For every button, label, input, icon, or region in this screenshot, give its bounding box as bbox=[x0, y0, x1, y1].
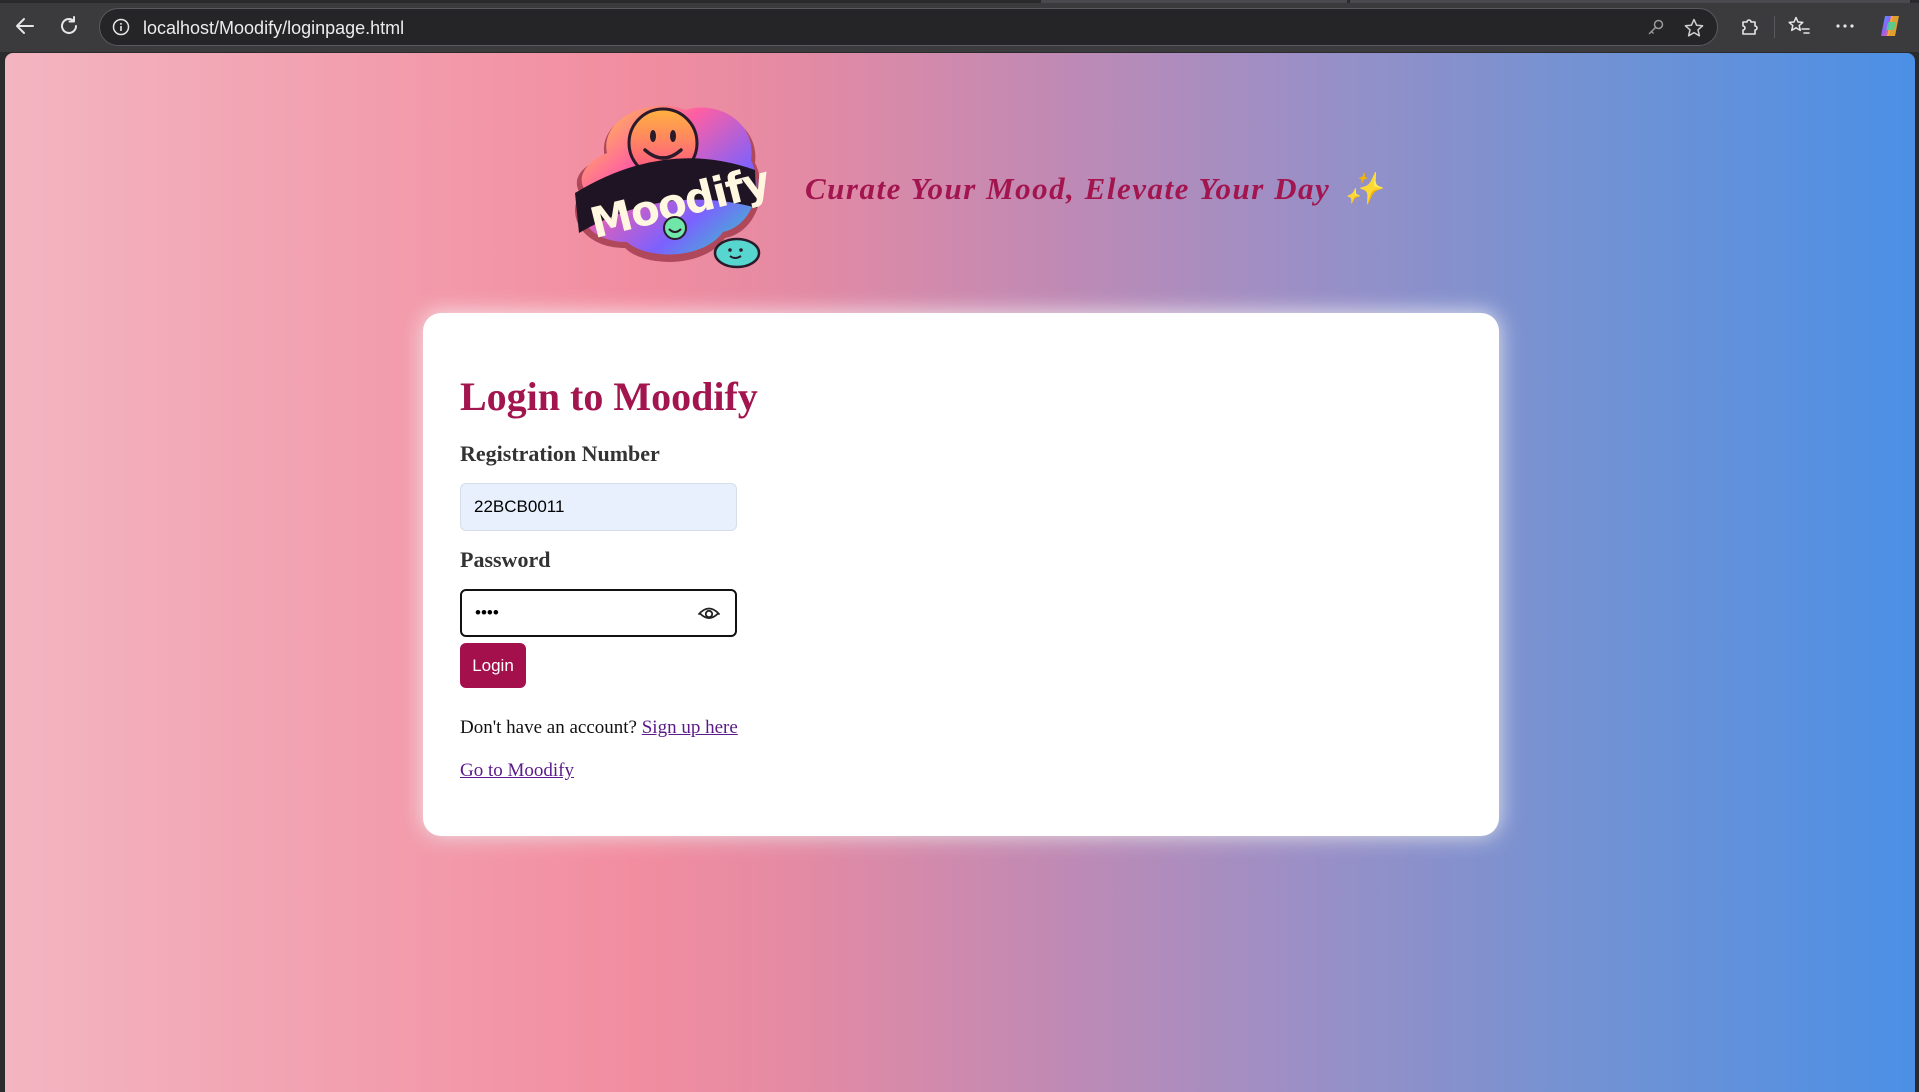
browser-toolbar: localhost/Moodify/loginpage.html bbox=[0, 0, 1919, 52]
copilot-button[interactable] bbox=[1878, 13, 1904, 39]
back-button[interactable] bbox=[10, 11, 40, 41]
password-input[interactable]: •••• bbox=[460, 589, 737, 637]
moodify-logo: Moodify bbox=[575, 105, 775, 269]
go-to-moodify-link[interactable]: Go to Moodify bbox=[460, 760, 574, 781]
favorites-button[interactable] bbox=[1786, 13, 1812, 39]
reload-icon bbox=[61, 16, 77, 34]
info-icon[interactable] bbox=[112, 18, 130, 36]
puzzle-icon bbox=[1742, 19, 1758, 35]
key-icon[interactable] bbox=[1647, 18, 1665, 36]
tagline: Curate Your Mood, Elevate Your Day ✨ bbox=[805, 170, 1384, 207]
tab[interactable] bbox=[1350, 0, 1910, 3]
signup-prompt: Don't have an account? bbox=[460, 717, 637, 738]
signup-prompt-line: Don't have an account? Sign up here bbox=[460, 717, 738, 739]
login-title: Login to Moodify bbox=[460, 374, 758, 419]
tab[interactable] bbox=[1041, 0, 1347, 3]
back-arrow-icon bbox=[16, 18, 34, 34]
password-value: •••• bbox=[475, 603, 499, 622]
login-card: Login to Moodify Registration Number 22B… bbox=[423, 313, 1499, 836]
registration-number-value: 22BCB0011 bbox=[474, 497, 565, 516]
page-header: Moodify Curate Your Mood, Elevate Your D… bbox=[565, 98, 1465, 273]
star-icon[interactable] bbox=[1683, 17, 1705, 39]
reload-button[interactable] bbox=[54, 11, 84, 41]
registration-label: Registration Number bbox=[460, 441, 660, 466]
favorites-icon bbox=[1788, 16, 1810, 34]
toolbar-divider bbox=[1774, 16, 1775, 38]
more-menu-button[interactable] bbox=[1832, 13, 1858, 39]
page-viewport: Moodify Curate Your Mood, Elevate Your D… bbox=[5, 53, 1915, 1092]
sparkle-icon: ✨ bbox=[1344, 171, 1385, 206]
login-button[interactable]: Login bbox=[460, 643, 526, 688]
url-text[interactable]: localhost/Moodify/loginpage.html bbox=[143, 18, 404, 39]
tagline-text: Curate Your Mood, Elevate Your Day bbox=[805, 171, 1331, 206]
eye-icon[interactable] bbox=[697, 603, 721, 623]
more-icon bbox=[1836, 24, 1854, 28]
tab-strip bbox=[0, 0, 1919, 3]
address-bar[interactable]: localhost/Moodify/loginpage.html bbox=[99, 8, 1718, 46]
go-to-moodify-line: Go to Moodify bbox=[460, 760, 574, 782]
extensions-button[interactable] bbox=[1737, 13, 1763, 39]
signup-link[interactable]: Sign up here bbox=[642, 717, 738, 738]
password-label: Password bbox=[460, 547, 551, 572]
copilot-icon bbox=[1881, 16, 1899, 36]
registration-number-input[interactable]: 22BCB0011 bbox=[460, 483, 737, 531]
